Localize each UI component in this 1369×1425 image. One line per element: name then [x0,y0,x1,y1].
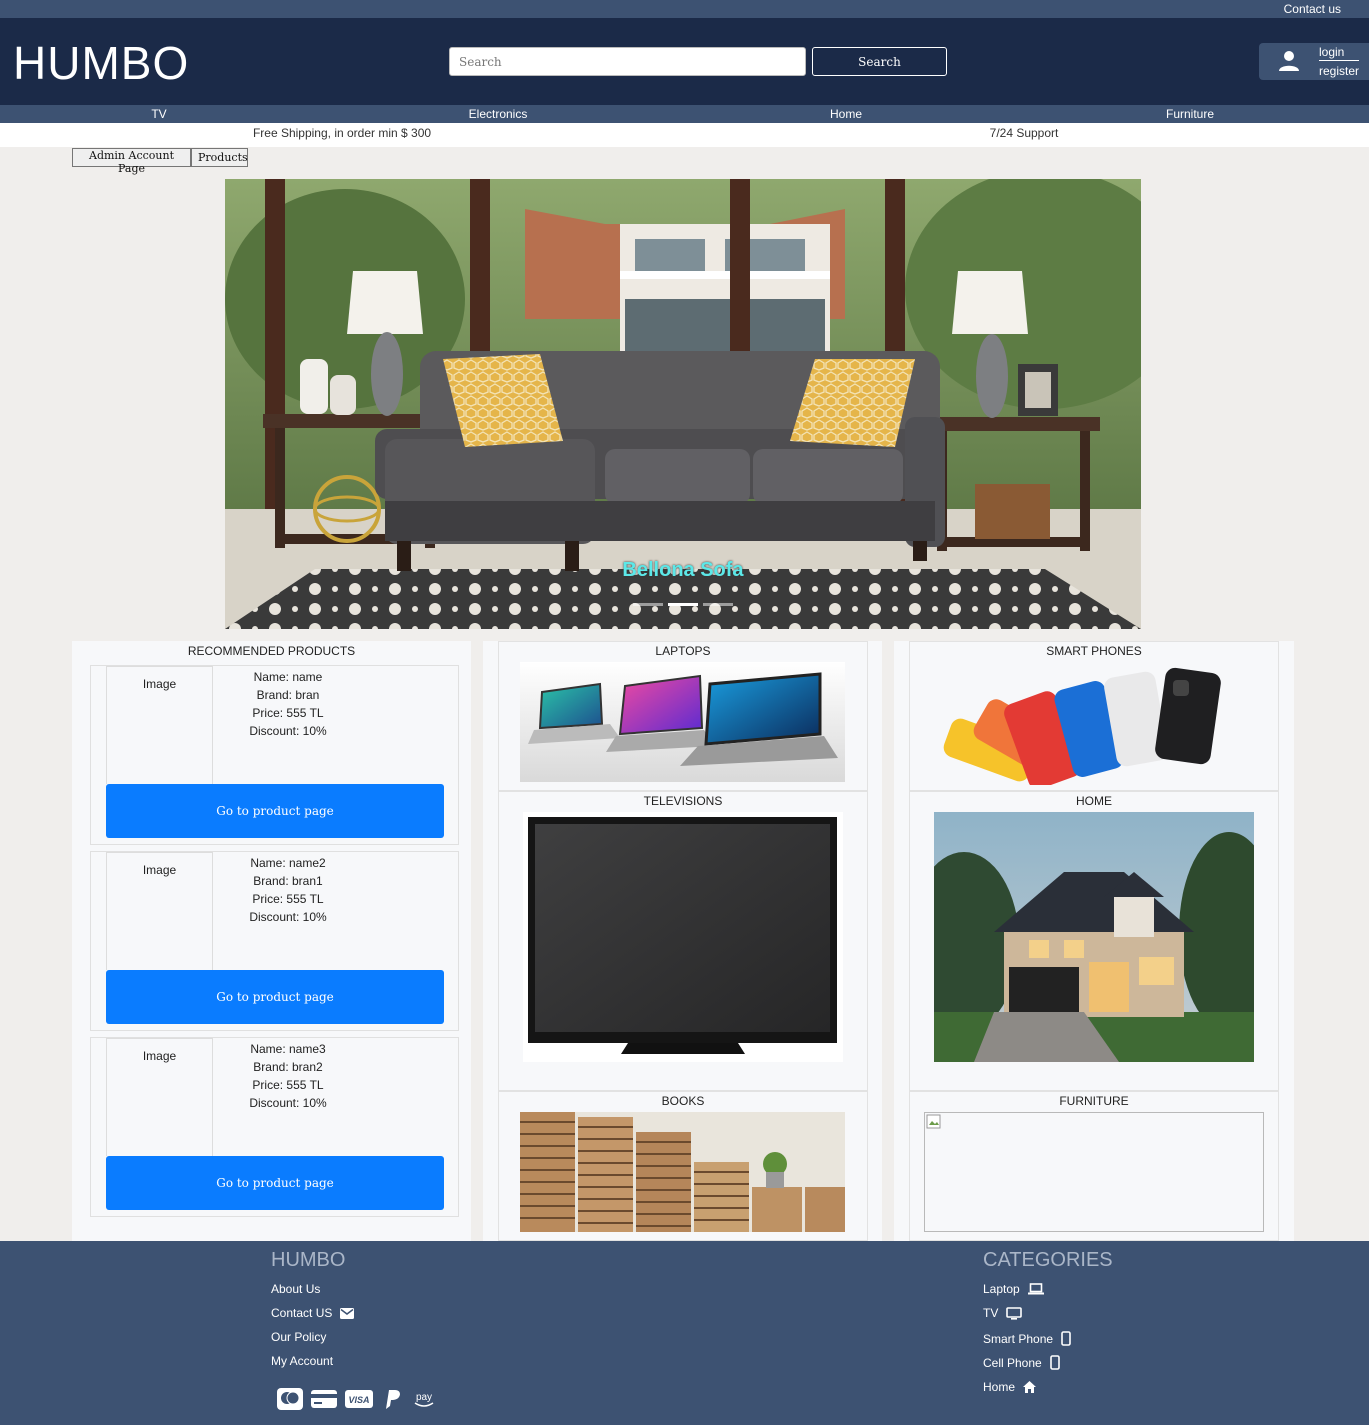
product-card: Image Name: name3 Brand: bran2 Price: 55… [90,1037,459,1217]
product-info: Name: name2 Brand: bran1 Price: 555 TL D… [213,854,363,926]
footer-categories-title: CATEGORIES [983,1249,1113,1271]
category-televisions[interactable]: TELEVISIONS [498,791,868,1091]
category-smart-phones[interactable]: SMART PHONES [909,641,1279,791]
television-image [523,812,843,1062]
category-panel-right: SMART PHONES HOME FURNITURE [894,641,1294,1241]
product-info: Name: name3 Brand: bran2 Price: 555 TL D… [213,1040,363,1112]
free-shipping-text: Free Shipping, in order min $ 300 [252,126,432,140]
product-name: Name: name2 [250,856,326,870]
amazon-pay-icon: pay [414,1392,434,1407]
product-image: Image [106,1038,213,1156]
visa-icon: VISA [345,1390,373,1408]
product-brand: Brand: bran2 [253,1060,323,1074]
category-title-home: HOME [1076,794,1112,808]
recommended-title: RECOMMENDED PRODUCTS [187,644,356,658]
nav-item-furniture[interactable]: Furniture [1166,107,1214,121]
product-name: Name: name3 [250,1042,326,1056]
recommended-panel: RECOMMENDED PRODUCTS Image Name: name Br… [72,641,471,1241]
go-to-product-button[interactable]: Go to product page [106,1156,444,1210]
paypal-icon [386,1390,400,1409]
site-footer: HUMBO About Us Contact US Our Policy My … [0,1241,1369,1425]
home-image [934,812,1254,1062]
payment-icons: VISA pay [277,1388,437,1410]
admin-account-page-button[interactable]: Admin Account Page [72,148,191,175]
hero-caption: Bellona Sofa [622,559,744,581]
hero-carousel[interactable]: Bellona Sofa [225,179,1141,629]
furniture-image-broken [924,1112,1264,1232]
home-icon [1023,1381,1037,1393]
category-panel-middle: LAPTOPS TELEVISIONS BOOKS [483,641,882,1241]
search-button[interactable]: Search [812,47,947,76]
footer-link-contact[interactable]: Contact US [271,1306,355,1320]
footer-brand: HUMBO [271,1249,346,1271]
support-text: 7/24 Support [989,126,1059,140]
register-link[interactable]: register [1319,64,1359,78]
site-header: HUMBO Search login register [0,18,1369,105]
category-title-furniture: FURNITURE [1059,1094,1129,1108]
carousel-indicator-1[interactable] [633,603,663,606]
mastercard-icon [277,1388,303,1410]
product-discount: Discount: 10% [249,1096,327,1110]
envelope-icon [340,1307,355,1319]
carousel-indicator-2[interactable] [668,603,698,606]
category-books[interactable]: BOOKS [498,1091,868,1241]
info-strip: Free Shipping, in order min $ 300 7/24 S… [0,123,1369,147]
category-title-books: BOOKS [661,1094,705,1108]
product-brand: Brand: bran1 [253,874,323,888]
carousel-indicator-3[interactable] [703,603,733,606]
product-brand: Brand: bran [256,688,320,702]
smartphone-icon [1061,1331,1071,1346]
books-image [520,1112,845,1232]
product-price: Price: 555 TL [252,892,324,906]
footer-category-cell-phone[interactable]: Cell Phone [983,1355,1060,1370]
footer-link-account[interactable]: My Account [271,1354,333,1368]
footer-category-smart-phone[interactable]: Smart Phone [983,1331,1071,1346]
product-info: Name: name Brand: bran Price: 555 TL Dis… [213,668,363,740]
smart-phones-image [935,660,1255,785]
search-input[interactable] [449,47,806,76]
category-furniture[interactable]: FURNITURE [909,1091,1279,1241]
go-to-product-button[interactable]: Go to product page [106,784,444,838]
footer-link-policy[interactable]: Our Policy [271,1330,326,1344]
category-home[interactable]: HOME [909,791,1279,1091]
login-link[interactable]: login [1319,45,1359,61]
product-card: Image Name: name2 Brand: bran1 Price: 55… [90,851,459,1031]
user-icon [1279,51,1299,71]
site-logo[interactable]: HUMBO [13,36,189,90]
nav-item-electronics[interactable]: Electronics [469,107,528,121]
footer-category-tv[interactable]: TV [983,1306,1023,1320]
tv-icon [1006,1306,1023,1320]
visa-label: VISA [348,1395,369,1405]
category-laptops[interactable]: LAPTOPS [498,641,868,791]
product-image: Image [106,852,213,970]
product-name: Name: name [253,670,323,684]
footer-category-laptop[interactable]: Laptop [983,1282,1044,1296]
top-bar: Contact us [0,0,1369,18]
laptop-icon [1027,1283,1044,1295]
laptops-image [520,662,845,782]
footer-link-about[interactable]: About Us [271,1282,320,1296]
broken-image-icon [926,1114,941,1129]
products-button[interactable]: Products [191,148,248,167]
category-title-televisions: TELEVISIONS [643,794,723,808]
account-box: login register [1259,43,1369,80]
main-nav: TV Electronics Home Furniture [0,105,1369,123]
go-to-product-button[interactable]: Go to product page [106,970,444,1024]
product-card: Image Name: name Brand: bran Price: 555 … [90,665,459,845]
credit-card-icon [311,1390,337,1408]
contact-us-link[interactable]: Contact us [1284,2,1341,16]
product-price: Price: 555 TL [252,1078,324,1092]
amazon-pay-label: pay [416,1392,432,1403]
category-title-smart-phones: SMART PHONES [1046,644,1142,658]
category-title-laptops: LAPTOPS [655,644,711,658]
nav-item-tv[interactable]: TV [151,107,166,121]
product-discount: Discount: 10% [249,910,327,924]
cellphone-icon [1049,1355,1060,1370]
nav-item-home[interactable]: Home [830,107,862,121]
product-price: Price: 555 TL [252,706,324,720]
footer-category-home[interactable]: Home [983,1380,1037,1394]
product-image: Image [106,666,213,784]
product-discount: Discount: 10% [249,724,327,738]
